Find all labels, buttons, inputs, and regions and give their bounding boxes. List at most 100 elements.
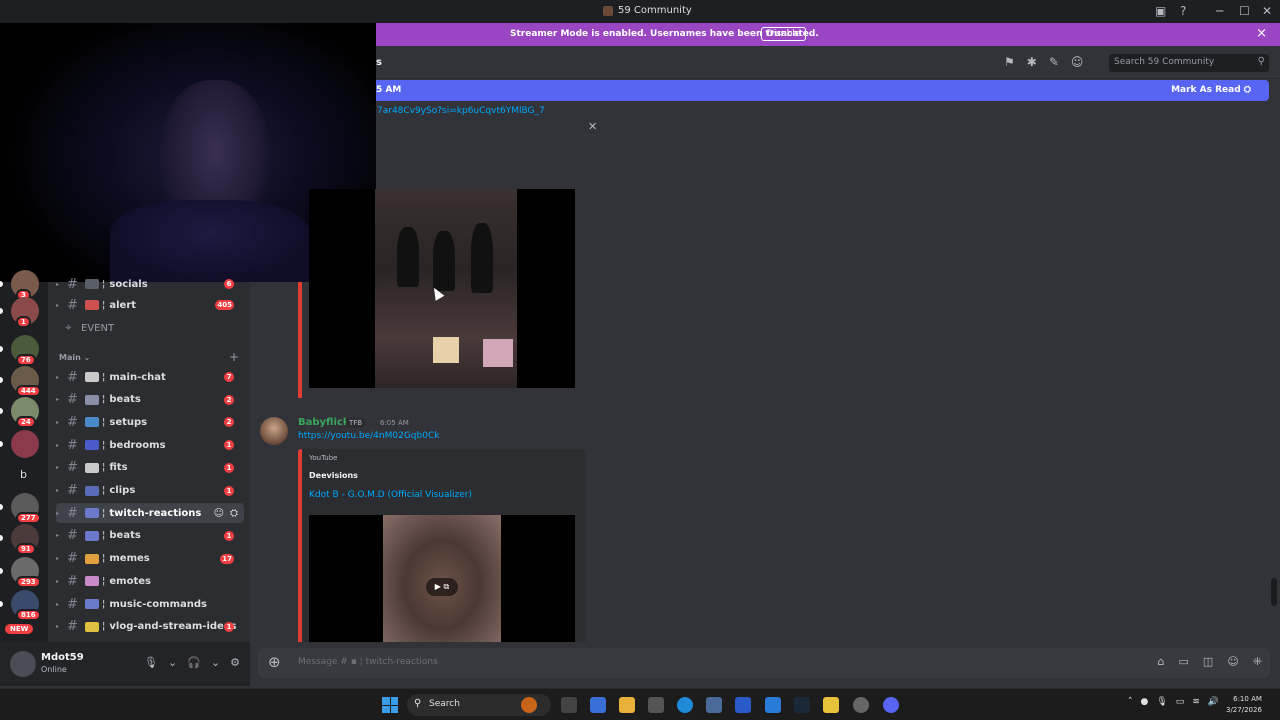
scrollbar-thumb[interactable] bbox=[1271, 578, 1277, 606]
gift-icon[interactable]: ⌂ bbox=[1158, 655, 1165, 668]
channel-label: twitch-reactions bbox=[109, 507, 202, 519]
video-embed-thumbnail[interactable]: ▶ ⧉ bbox=[309, 515, 575, 642]
microphone-icon[interactable]: 🎙 bbox=[1156, 697, 1167, 707]
channel-item-bedrooms[interactable]: ▸ # ¦ bedrooms 1 bbox=[56, 435, 244, 455]
server-folder-letter[interactable]: b bbox=[20, 468, 27, 481]
mark-as-read-button[interactable]: Mark As Read ⛭ bbox=[1171, 85, 1251, 95]
message-link[interactable]: 7ar48Cv9ySo?si=kp6uCqvt6YMlBG_7 bbox=[377, 106, 545, 116]
channel-header: s ⚑ ✱ ✎ ☺ Search 59 Community ⚲ bbox=[376, 46, 1280, 79]
volume-icon[interactable]: 🔊 bbox=[1208, 697, 1219, 707]
gear-icon[interactable]: ⚙ bbox=[230, 656, 240, 669]
inbox-icon[interactable]: ▣ bbox=[1155, 4, 1166, 18]
message-author[interactable]: Babyflick bbox=[298, 417, 349, 428]
sticker-icon[interactable]: ◫ bbox=[1203, 655, 1213, 668]
minimize-button[interactable]: ─ bbox=[1216, 4, 1223, 18]
pin-icon[interactable]: ✎ bbox=[1049, 55, 1059, 69]
channel-item-memes[interactable]: ▸ # ¦ memes 17 bbox=[56, 549, 244, 569]
help-icon[interactable]: ? bbox=[1180, 4, 1186, 18]
store-icon[interactable] bbox=[706, 697, 722, 713]
channel-label: emotes bbox=[109, 575, 151, 587]
channel-item-main-chat[interactable]: ▸ # ¦ main-chat 7 bbox=[56, 367, 244, 387]
server-icon[interactable] bbox=[11, 430, 39, 458]
headphones-icon[interactable]: 🎧 bbox=[187, 656, 201, 669]
emoji-icon[interactable]: ☺ bbox=[1227, 655, 1238, 668]
channel-item-music-commands[interactable]: ▸ # ¦ music-commands bbox=[56, 594, 244, 614]
channel-label: beats bbox=[109, 530, 141, 542]
apps-icon[interactable]: ⁜ bbox=[1253, 655, 1262, 668]
hashtag-icon: # bbox=[67, 437, 78, 453]
category-main[interactable]: Main ⌄ bbox=[59, 353, 90, 362]
maximize-button[interactable]: ☐ bbox=[1239, 4, 1250, 18]
hashtag-icon: # bbox=[67, 596, 78, 612]
invite-icon[interactable]: ☺ bbox=[214, 508, 224, 519]
edge-icon[interactable] bbox=[677, 697, 693, 713]
app-icon[interactable] bbox=[853, 697, 869, 713]
search-input[interactable]: Search 59 Community ⚲ bbox=[1109, 54, 1269, 72]
new-messages-bar[interactable]: 5 AM Mark As Read ⛭ bbox=[376, 80, 1269, 101]
chevron-down-icon[interactable]: ⌄ bbox=[211, 656, 220, 669]
unread-badge: 6 bbox=[224, 279, 234, 289]
copilot-icon[interactable] bbox=[590, 697, 606, 713]
username[interactable]: Mdot59 bbox=[41, 652, 84, 663]
close-window-button[interactable]: ✕ bbox=[1262, 4, 1272, 18]
microphone-icon[interactable]: 🎙 bbox=[144, 656, 158, 669]
message-link[interactable]: https://youtu.be/4nM02Gqb0Ck bbox=[298, 431, 439, 441]
chevron-right-icon: ▸ bbox=[56, 441, 60, 449]
close-embed-icon[interactable]: ✕ bbox=[588, 120, 597, 133]
threads-icon[interactable]: ⚑ bbox=[1004, 55, 1015, 69]
mention-badge: 277 bbox=[16, 512, 41, 524]
embed-title[interactable]: Kdot B - G.O.M.D (Official Visualizer) bbox=[309, 490, 472, 500]
clock[interactable]: 6:10 AM 3/27/2026 bbox=[1226, 694, 1262, 716]
app-icon[interactable] bbox=[735, 697, 751, 713]
steam-icon[interactable] bbox=[794, 697, 810, 713]
channel-item-beats[interactable]: ▸ # ¦ beats 2 bbox=[56, 390, 244, 410]
channel-item-alert[interactable]: ▸ # ¦ alert 405 bbox=[56, 295, 244, 315]
chevron-right-icon: ▸ bbox=[56, 373, 60, 381]
mention-badge: 444 bbox=[16, 385, 41, 397]
chevron-up-icon[interactable]: ˄ bbox=[1128, 697, 1133, 707]
add-channel-icon[interactable]: + bbox=[229, 350, 239, 364]
avatar[interactable] bbox=[10, 651, 36, 677]
channel-settings-icon[interactable]: ⛭ bbox=[230, 508, 238, 519]
channel-emoji-icon bbox=[85, 417, 99, 428]
file-explorer-icon[interactable] bbox=[619, 697, 635, 713]
channel-item-fits[interactable]: ▸ # ¦ fits 1 bbox=[56, 458, 244, 478]
avatar[interactable] bbox=[260, 417, 288, 445]
channel-item-socials[interactable]: ▸ # ¦ socials 6 bbox=[56, 274, 244, 294]
channel-item-emotes[interactable]: ▸ # ¦ emotes bbox=[56, 571, 244, 591]
settings-app-icon[interactable] bbox=[648, 697, 664, 713]
tray-app-icon[interactable]: ● bbox=[1141, 697, 1149, 707]
channel-item-clips[interactable]: ▸ # ¦ clips 1 bbox=[56, 481, 244, 501]
play-icon[interactable]: ▶ ⧉ bbox=[426, 578, 458, 596]
channel-item-vlog-and-stream-ideas[interactable]: ▸ # ¦ vlog-and-stream-ideas 1 bbox=[56, 617, 244, 637]
unread-badge: 17 bbox=[220, 553, 234, 564]
video-frame bbox=[375, 189, 517, 388]
notification-bell-icon[interactable]: ✱ bbox=[1027, 55, 1037, 69]
wifi-icon[interactable]: ≋ bbox=[1192, 697, 1200, 707]
start-button[interactable] bbox=[382, 697, 398, 713]
new-badge[interactable]: NEW bbox=[5, 624, 34, 634]
event-item[interactable]: ⌖ EVENT bbox=[56, 318, 244, 338]
video-embed-thumbnail[interactable] bbox=[309, 189, 575, 388]
disable-streamer-mode-button[interactable]: Disable bbox=[761, 27, 807, 41]
chevron-down-icon[interactable]: ⌄ bbox=[168, 656, 177, 669]
gif-icon[interactable]: ▭ bbox=[1179, 655, 1189, 668]
embed-author[interactable]: Deevisions bbox=[309, 471, 358, 480]
channel-item-twitch-reactions[interactable]: ▸ # ¦ twitch-reactions ☺ ⛭ bbox=[56, 503, 244, 524]
chevron-right-icon: ▸ bbox=[56, 555, 60, 563]
attach-plus-icon[interactable]: ⊕ bbox=[268, 653, 281, 671]
app-icon[interactable] bbox=[521, 697, 537, 713]
rockstar-icon[interactable] bbox=[823, 697, 839, 713]
unread-badge: 1 bbox=[224, 440, 234, 451]
message-input[interactable]: Message # ▪ ¦ twitch-reactions bbox=[298, 657, 438, 667]
display-icon[interactable]: ▭ bbox=[1176, 697, 1185, 707]
guild-tag-badge[interactable]: TFB bbox=[346, 418, 366, 428]
close-banner-icon[interactable]: × bbox=[1256, 26, 1267, 41]
discord-icon[interactable] bbox=[883, 697, 899, 713]
mail-icon[interactable] bbox=[765, 697, 781, 713]
task-view-icon[interactable] bbox=[561, 697, 577, 713]
channel-item-beats[interactable]: ▸ # ¦ beats 1 bbox=[56, 526, 244, 546]
message-composer[interactable]: ⊕ Message # ▪ ¦ twitch-reactions ⌂ ▭ ◫ ☺… bbox=[258, 648, 1270, 678]
member-list-icon[interactable]: ☺ bbox=[1071, 55, 1084, 69]
channel-item-setups[interactable]: ▸ # ¦ setups 2 bbox=[56, 412, 244, 432]
